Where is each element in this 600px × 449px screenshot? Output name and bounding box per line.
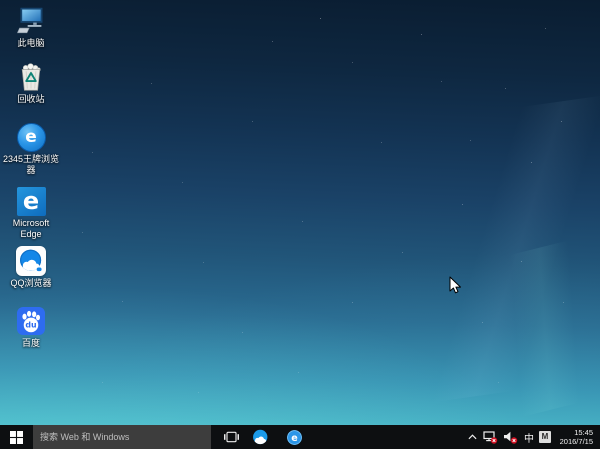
taskbar-pinned-qq-browser[interactable]: [246, 425, 274, 449]
ime-mode-indicator[interactable]: M: [539, 425, 551, 449]
qq-browser-icon: [16, 246, 46, 276]
qq-browser-icon: [252, 429, 269, 446]
network-disconnected-icon: [483, 431, 498, 444]
desktop-icon-microsoft-edge[interactable]: e Microsoft Edge: [2, 186, 60, 240]
system-tray: 中 M 15:45 2016/7/15: [466, 425, 600, 449]
windows-logo-icon: [10, 431, 23, 444]
desktop-icon-label: 回收站: [17, 94, 44, 105]
2345-browser-icon: e: [286, 429, 303, 446]
desktop-icon-label: 百度: [22, 338, 40, 349]
desktop-wallpaper[interactable]: 此电脑 回收站 e 2345王牌浏览器 e: [0, 0, 600, 449]
2345-browser-icon: e: [16, 122, 46, 152]
taskbar: e 中 M: [0, 425, 600, 449]
speaker-muted-icon: [503, 431, 518, 444]
ime-language-indicator[interactable]: 中: [522, 425, 536, 449]
this-pc-icon: [16, 6, 46, 36]
desktop-icon-label: 此电脑: [17, 38, 44, 49]
wallpaper-stars: [0, 0, 1, 1]
desktop-icon-label: QQ浏览器: [10, 278, 51, 289]
ime-mode-badge: M: [539, 431, 551, 443]
clock-time: 15:45: [574, 428, 593, 437]
volume-muted-button[interactable]: [502, 425, 519, 449]
wallpaper-light-streak: [342, 90, 600, 409]
clock-date: 2016/7/15: [560, 437, 593, 446]
recycle-bin-icon: [16, 62, 46, 92]
edge-e-glyph: e: [23, 189, 39, 213]
desktop-icon-qq-browser[interactable]: QQ浏览器: [2, 246, 60, 289]
taskbar-search-input[interactable]: [33, 425, 211, 449]
task-view-button[interactable]: [216, 425, 246, 449]
desktop-icon-this-pc[interactable]: 此电脑: [2, 6, 60, 49]
2345-e-glyph: e: [25, 129, 37, 146]
show-hidden-icons-button[interactable]: [466, 425, 479, 449]
wallpaper-light-streak: [414, 226, 600, 434]
desktop-icon-2345-browser[interactable]: e 2345王牌浏览器: [2, 122, 60, 176]
start-button[interactable]: [0, 425, 33, 449]
desktop-icon-label: 2345王牌浏览器: [2, 154, 60, 176]
chevron-up-icon: [468, 434, 477, 440]
desktop-icon-label: Microsoft Edge: [2, 218, 60, 240]
desktop-icon-baidu[interactable]: du 百度: [2, 306, 60, 349]
baidu-icon: du: [16, 306, 46, 336]
task-view-icon: [224, 431, 239, 443]
taskbar-pinned-2345-browser[interactable]: e: [280, 425, 308, 449]
baidu-du-glyph: du: [25, 321, 36, 330]
desktop-icon-recycle-bin[interactable]: 回收站: [2, 62, 60, 105]
2345-e-glyph: e: [291, 433, 298, 444]
network-status-button[interactable]: [482, 425, 499, 449]
taskbar-clock[interactable]: 15:45 2016/7/15: [554, 428, 596, 446]
microsoft-edge-icon: e: [16, 186, 46, 216]
